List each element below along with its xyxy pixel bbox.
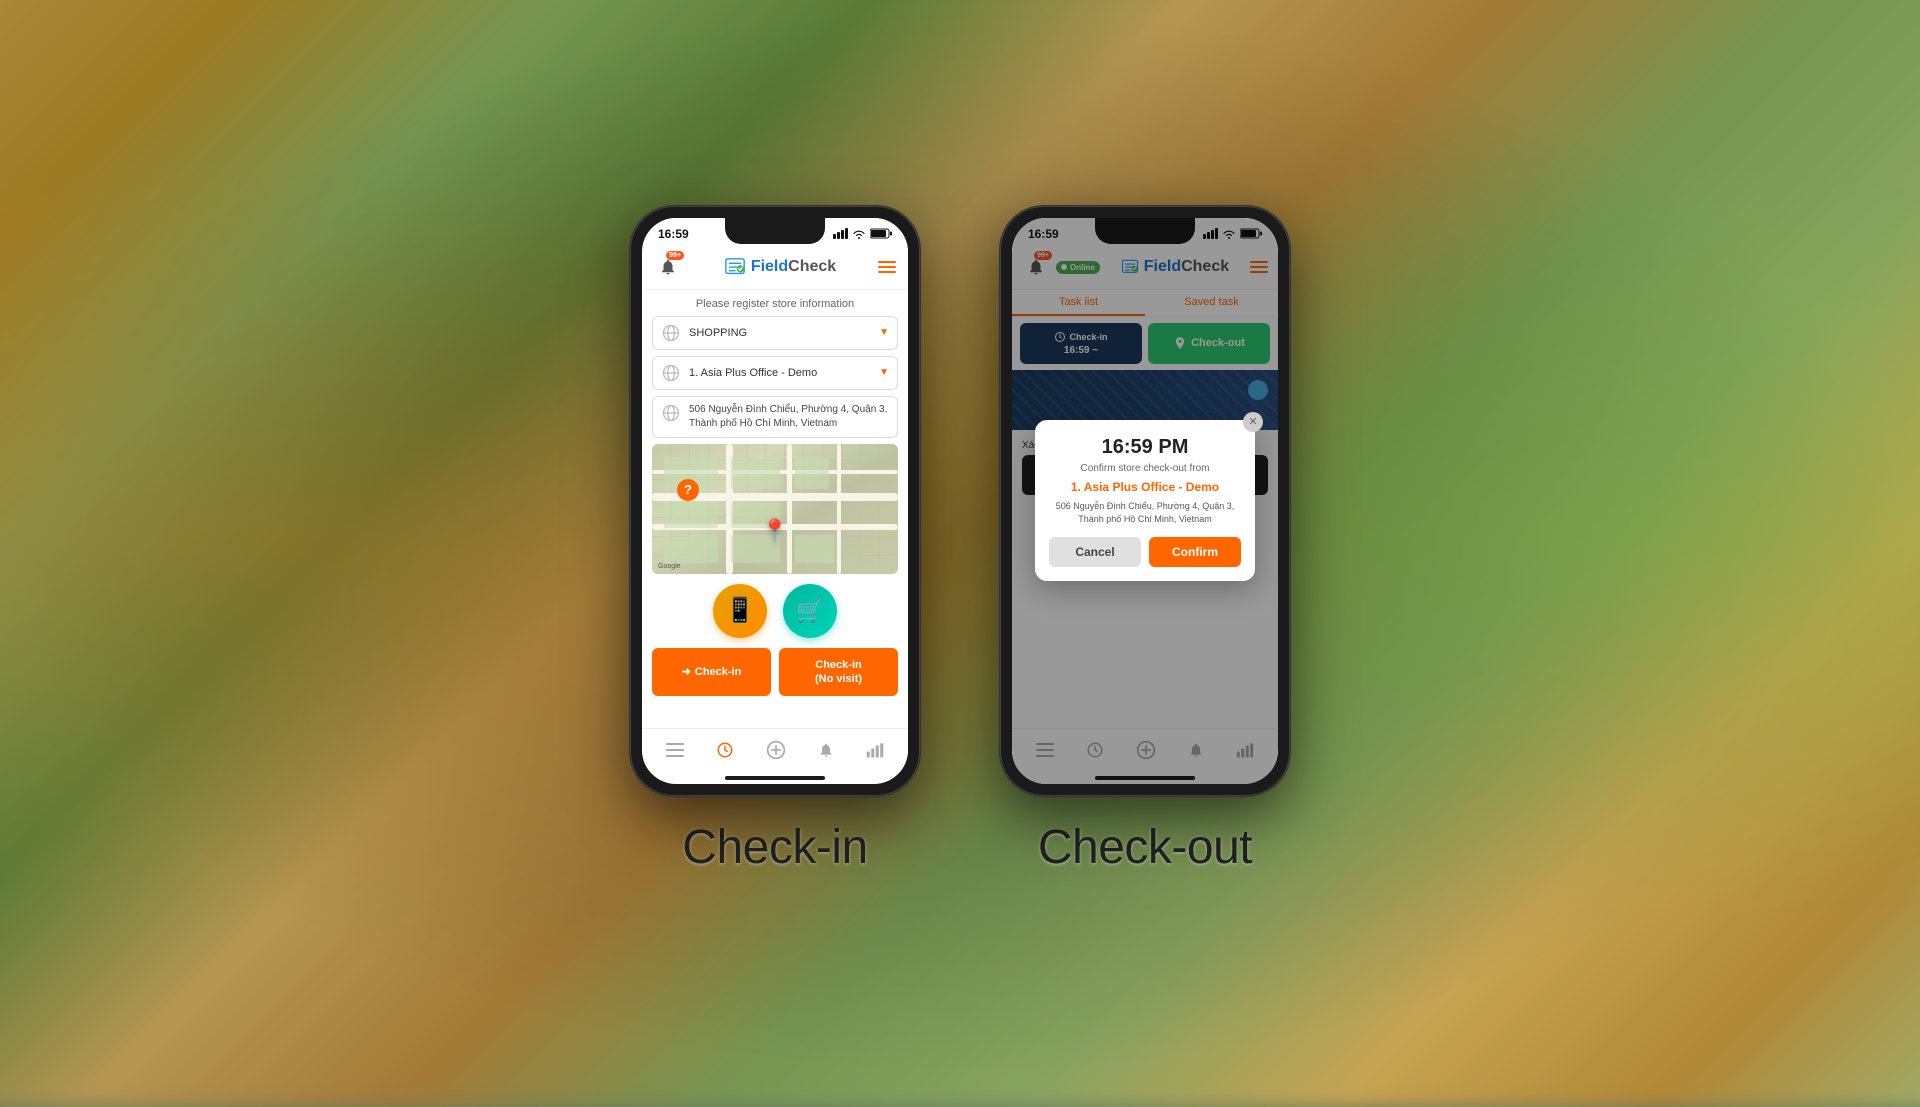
checkout-phone: 16:59 xyxy=(1000,206,1290,796)
modal-close-button[interactable]: ✕ xyxy=(1243,412,1263,432)
bell-badge: 99+ xyxy=(666,251,684,260)
globe-icon-2 xyxy=(661,363,681,383)
camera-button[interactable]: 🛒 xyxy=(783,584,837,638)
main-scene: 16:59 xyxy=(0,0,1920,1080)
modal-address: 506 Nguyễn Đình Chiểu, Phường 4, Quận 3,… xyxy=(1049,500,1241,525)
address-row: 506 Nguyễn Đình Chiểu, Phường 4, Quận 3,… xyxy=(652,396,898,438)
confirm-button[interactable]: Confirm xyxy=(1149,537,1241,567)
nav-chart[interactable] xyxy=(858,738,892,762)
phone-notch xyxy=(725,218,825,244)
signal-bars xyxy=(833,228,848,239)
store-value: 1. Asia Plus Office - Demo xyxy=(689,367,871,379)
modal-buttons: Cancel Confirm xyxy=(1049,537,1241,567)
map-pin: 📍 xyxy=(761,518,788,544)
store-dropdown[interactable]: 1. Asia Plus Office - Demo ▼ xyxy=(652,356,898,390)
nav-clock[interactable] xyxy=(708,737,742,763)
selfie-button[interactable]: 📱 xyxy=(713,584,767,638)
app-header: 99+ FieldCheck xyxy=(642,246,908,290)
status-time: 16:59 xyxy=(658,227,689,241)
map-background: 📍 ? Google xyxy=(652,444,898,574)
app-name: FieldCheck xyxy=(751,258,836,276)
nav-add[interactable] xyxy=(758,736,794,764)
app-logo: FieldCheck xyxy=(682,256,878,278)
status-icons xyxy=(833,228,892,239)
wifi-icon xyxy=(852,228,866,239)
map-area: 📍 ? Google xyxy=(652,444,898,574)
fieldcheck-logo-icon xyxy=(724,256,746,278)
nav-list[interactable] xyxy=(658,739,692,761)
checkin-label: Check-in xyxy=(682,820,867,875)
menu-button[interactable] xyxy=(878,261,896,273)
bell-button[interactable]: 99+ xyxy=(654,253,682,281)
battery-icon xyxy=(870,228,892,239)
modal-time: 16:59 PM xyxy=(1049,436,1241,459)
modal-store-name: 1. Asia Plus Office - Demo xyxy=(1049,480,1241,494)
checkin-section: 16:59 xyxy=(630,206,920,875)
checkout-screen: 16:59 xyxy=(1012,218,1278,784)
nav-bell[interactable] xyxy=(810,737,842,763)
shopping-value: SHOPPING xyxy=(689,327,871,339)
checkin-buttons-row: ➜ Check-in Check-in (No visit) xyxy=(652,648,898,697)
checkout-label: Check-out xyxy=(1038,820,1252,875)
checkin-content: Please register store information SHOPPI… xyxy=(642,290,908,728)
action-icons-row: 📱 🛒 xyxy=(642,574,908,644)
address-text: 506 Nguyễn Đình Chiểu, Phường 4, Quận 3,… xyxy=(689,403,889,431)
bell-icon xyxy=(659,258,677,276)
checkin-phone: 16:59 xyxy=(630,206,920,796)
chevron-down-icon-2: ▼ xyxy=(879,367,889,378)
checkin-button[interactable]: ➜ Check-in xyxy=(652,648,771,697)
modal-confirm-text: Confirm store check-out from xyxy=(1049,463,1241,474)
shopping-dropdown[interactable]: SHOPPING ▼ xyxy=(652,316,898,350)
google-label: Google xyxy=(658,563,681,570)
map-question: ? xyxy=(677,479,699,501)
location-icon xyxy=(661,403,681,423)
checkout-modal: ✕ 16:59 PM Confirm store check-out from … xyxy=(1035,420,1255,581)
chevron-down-icon: ▼ xyxy=(879,327,889,338)
register-text: Please register store information xyxy=(642,290,908,316)
cancel-button[interactable]: Cancel xyxy=(1049,537,1141,567)
checkin-no-visit-button[interactable]: Check-in (No visit) xyxy=(779,648,898,697)
checkin-screen: 16:59 xyxy=(642,218,908,784)
checkout-section: 16:59 xyxy=(1000,206,1290,875)
home-bar xyxy=(725,776,825,780)
globe-icon xyxy=(661,323,681,343)
bottom-nav xyxy=(642,728,908,772)
modal-overlay: ✕ 16:59 PM Confirm store check-out from … xyxy=(1012,218,1278,784)
